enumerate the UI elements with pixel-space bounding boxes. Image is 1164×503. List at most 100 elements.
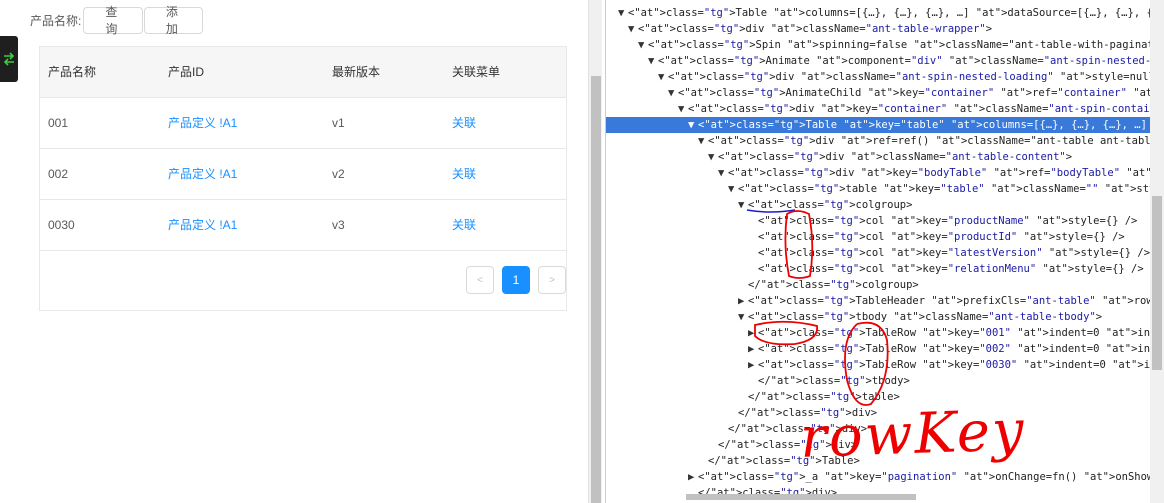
tree-node-line[interactable]: </"at">class="tg">table> bbox=[606, 389, 1151, 405]
table-row: 002 产品定义 !A1 v2 关联 bbox=[40, 148, 566, 200]
collapse-triangle-icon[interactable]: ▼ bbox=[668, 85, 678, 101]
collapse-triangle-icon[interactable]: ▼ bbox=[708, 149, 718, 165]
tree-node-line[interactable]: </"at">class="tg">tbody> bbox=[606, 373, 1151, 389]
tree-node-text: <"at">class="tg">col "at">key="productId… bbox=[758, 231, 1125, 243]
column-header-product-id[interactable]: 产品ID bbox=[160, 47, 324, 98]
tree-node-text: <"at">class="tg">AnimateChild "at">key="… bbox=[678, 87, 1164, 99]
expand-triangle-icon[interactable]: ▶ bbox=[688, 469, 698, 485]
tree-node-text: <"at">class="tg">div "at">className="ant… bbox=[638, 23, 993, 35]
tree-node-text: <"at">class="tg">_a "at">key="pagination… bbox=[698, 471, 1164, 483]
right-scrollbar[interactable] bbox=[1150, 0, 1164, 503]
expand-triangle-icon[interactable]: ▶ bbox=[748, 341, 758, 357]
column-header-relation-menu[interactable]: 关联菜单 bbox=[444, 47, 566, 98]
next-page-button[interactable]: > bbox=[538, 266, 566, 294]
relation-link[interactable]: 关联 bbox=[444, 97, 566, 149]
tree-node-line[interactable]: </"at">class="tg">colgroup> bbox=[606, 277, 1151, 293]
tree-node-line[interactable]: ▼ <"at">class="tg">div "at">className="an… bbox=[606, 149, 1151, 165]
horizontal-scrollbar-thumb[interactable] bbox=[686, 494, 916, 500]
tree-node-line[interactable]: ▼ <"at">class="tg">table "at">key="table"… bbox=[606, 181, 1164, 197]
collapse-triangle-icon[interactable]: ▼ bbox=[698, 133, 708, 149]
tree-node-line[interactable]: ▼ <"at">class="tg">div "at">className="an… bbox=[606, 21, 1151, 37]
page-1-button[interactable]: 1 bbox=[502, 266, 530, 294]
search-bar: 产品名称: 查 询 添 加 bbox=[30, 5, 204, 36]
product-name-label: 产品名称: bbox=[30, 13, 82, 28]
tree-node-line[interactable]: <"at">class="tg">col "at">key="latestVer… bbox=[606, 245, 1151, 261]
react-devtools-tree: ▼ <"at">class="tg">Table "at">columns=[{…… bbox=[605, 0, 1164, 503]
tree-node-line[interactable]: ▼ <"at">class="tg">div "at">key="bodyTabl… bbox=[606, 165, 1164, 181]
collapse-triangle-icon[interactable]: ▼ bbox=[658, 69, 668, 85]
tree-node-text: <"at">class="tg">div "at">key="container… bbox=[688, 103, 1164, 115]
relation-link[interactable]: 关联 bbox=[444, 199, 566, 251]
cell-product-name: 002 bbox=[40, 148, 160, 200]
relation-link[interactable]: 关联 bbox=[444, 148, 566, 200]
expand-triangle-icon[interactable]: ▶ bbox=[738, 293, 748, 309]
tree-node-line[interactable]: ▶ <"at">class="tg">TableRow "at">key="003… bbox=[606, 357, 1164, 373]
prev-page-button[interactable]: < bbox=[466, 266, 494, 294]
tree-node-line[interactable]: ▼ <"at">class="tg">div "at">className="an… bbox=[606, 69, 1161, 85]
table-header-row: 产品名称 产品ID 最新版本 关联菜单 bbox=[40, 47, 566, 98]
tree-node-line[interactable]: </"at">class="tg">Table> bbox=[606, 453, 1151, 469]
cell-product-id-link[interactable]: 产品定义 !A1 bbox=[160, 199, 324, 251]
add-button[interactable]: 添 加 bbox=[144, 5, 204, 36]
tree-node-line[interactable]: </"at">class="tg">div> bbox=[606, 405, 1151, 421]
collapse-triangle-icon[interactable]: ▼ bbox=[618, 5, 628, 21]
collapse-triangle-icon[interactable]: ▼ bbox=[638, 37, 648, 53]
collapse-triangle-icon[interactable]: ▼ bbox=[728, 181, 738, 197]
tree-node-line[interactable]: <"at">class="tg">col "at">key="relationM… bbox=[606, 261, 1151, 277]
tree-node-line[interactable]: ▼ <"at">class="tg">AnimateChild "at">key=… bbox=[606, 85, 1164, 101]
tree-node-text: <"at">class="tg">Table "at">key="table" … bbox=[698, 119, 1164, 131]
app-pane: 产品名称: 查 询 添 加 产品名称 产品ID 最新版本 关联菜单 001 产品… bbox=[0, 0, 588, 503]
side-toggle-tab[interactable] bbox=[0, 36, 18, 82]
tree-node-line[interactable]: ▼ <"at">class="tg">Animate "at">component… bbox=[606, 53, 1164, 69]
collapse-triangle-icon[interactable]: ▼ bbox=[678, 101, 688, 117]
query-button[interactable]: 查 询 bbox=[83, 5, 144, 36]
cell-latest-version: v2 bbox=[324, 148, 444, 200]
cell-product-id-link[interactable]: 产品定义 !A1 bbox=[160, 148, 324, 200]
left-scrollbar[interactable] bbox=[588, 0, 602, 503]
collapse-triangle-icon[interactable]: ▼ bbox=[688, 117, 698, 133]
expand-triangle-icon[interactable]: ▶ bbox=[748, 357, 758, 373]
tree-node-line[interactable]: </"at">class="tg">div> bbox=[606, 437, 1151, 453]
tree-node-line[interactable]: ▶ <"at">class="tg">TableHeader "at">prefi… bbox=[606, 293, 1164, 309]
tree-node-text: </"at">class="tg">colgroup> bbox=[748, 279, 919, 291]
tree-node-line[interactable]: ▼ <"at">class="tg">Table "at">columns=[{…… bbox=[606, 5, 1164, 21]
tree-node-line[interactable]: ▼ <"at">class="tg">div "at">ref=ref() "at… bbox=[606, 133, 1164, 149]
tree-node-text: </"at">class="tg">div> bbox=[738, 407, 878, 419]
product-table: 产品名称 产品ID 最新版本 关联菜单 001 产品定义 !A1 v1 关联 0… bbox=[39, 46, 567, 311]
collapse-triangle-icon[interactable]: ▼ bbox=[718, 165, 728, 181]
tree-node-text: <"at">class="tg">div "at">className="ant… bbox=[668, 71, 1162, 83]
collapse-triangle-icon[interactable]: ▼ bbox=[648, 53, 658, 69]
tree-node-text: <"at">class="tg">div "at">className="ant… bbox=[718, 151, 1073, 163]
tree-node-line[interactable]: ▼ <"at">class="tg">div "at">key="containe… bbox=[606, 101, 1164, 117]
column-header-latest-version[interactable]: 最新版本 bbox=[324, 47, 444, 98]
cell-product-id-link[interactable]: 产品定义 !A1 bbox=[160, 97, 324, 149]
cell-latest-version: v1 bbox=[324, 97, 444, 149]
right-scrollbar-thumb[interactable] bbox=[1152, 196, 1162, 370]
tree-node-text: <"at">class="tg">TableRow "at">key="002"… bbox=[758, 343, 1164, 355]
collapse-triangle-icon[interactable]: ▼ bbox=[738, 197, 748, 213]
tree-node-text: <"at">class="tg">Spin "at">spinning=fals… bbox=[648, 39, 1164, 51]
tree-node-text: <"at">class="tg">div "at">key="bodyTable… bbox=[728, 167, 1164, 179]
tree-node-text: <"at">class="tg">colgroup> bbox=[748, 199, 913, 211]
tree-node-line[interactable]: ▶ <"at">class="tg">TableRow "at">key="002… bbox=[606, 341, 1164, 357]
tree-node-line[interactable]: ▼ <"at">class="tg">tbody "at">className="… bbox=[606, 309, 1151, 325]
left-scrollbar-thumb[interactable] bbox=[591, 76, 601, 503]
column-header-product-name[interactable]: 产品名称 bbox=[40, 47, 160, 98]
swap-arrows-icon bbox=[3, 52, 15, 66]
tree-node-text: <"at">class="tg">col "at">key="productNa… bbox=[758, 215, 1138, 227]
expand-triangle-icon[interactable]: ▶ bbox=[748, 325, 758, 341]
collapse-triangle-icon[interactable]: ▼ bbox=[738, 309, 748, 325]
tree-node-line[interactable]: ▼ <"at">class="tg">Spin "at">spinning=fal… bbox=[606, 37, 1164, 53]
tree-node-text: <"at">class="tg">TableHeader "at">prefix… bbox=[748, 295, 1164, 307]
cell-latest-version: v3 bbox=[324, 199, 444, 251]
tree-node-line[interactable]: ▼ <"at">class="tg">Table "at">key="table"… bbox=[606, 117, 1164, 133]
tree-node-line[interactable]: <"at">class="tg">col "at">key="productId… bbox=[606, 229, 1151, 245]
tree-node-line[interactable]: </"at">class="tg">div> bbox=[606, 421, 1151, 437]
tree-node-line[interactable]: ▶ <"at">class="tg">_a "at">key="paginatio… bbox=[606, 469, 1164, 485]
collapse-triangle-icon[interactable]: ▼ bbox=[628, 21, 638, 37]
tree-node-text: </"at">class="tg">tbody> bbox=[758, 375, 910, 387]
tree-node-line[interactable]: ▼ <"at">class="tg">colgroup> bbox=[606, 197, 1151, 213]
tree-node-line[interactable]: ▶ <"at">class="tg">TableRow "at">key="001… bbox=[606, 325, 1164, 341]
tree-node-line[interactable]: <"at">class="tg">col "at">key="productNa… bbox=[606, 213, 1151, 229]
tree-node-text: <"at">class="tg">table "at">key="table" … bbox=[738, 183, 1164, 195]
